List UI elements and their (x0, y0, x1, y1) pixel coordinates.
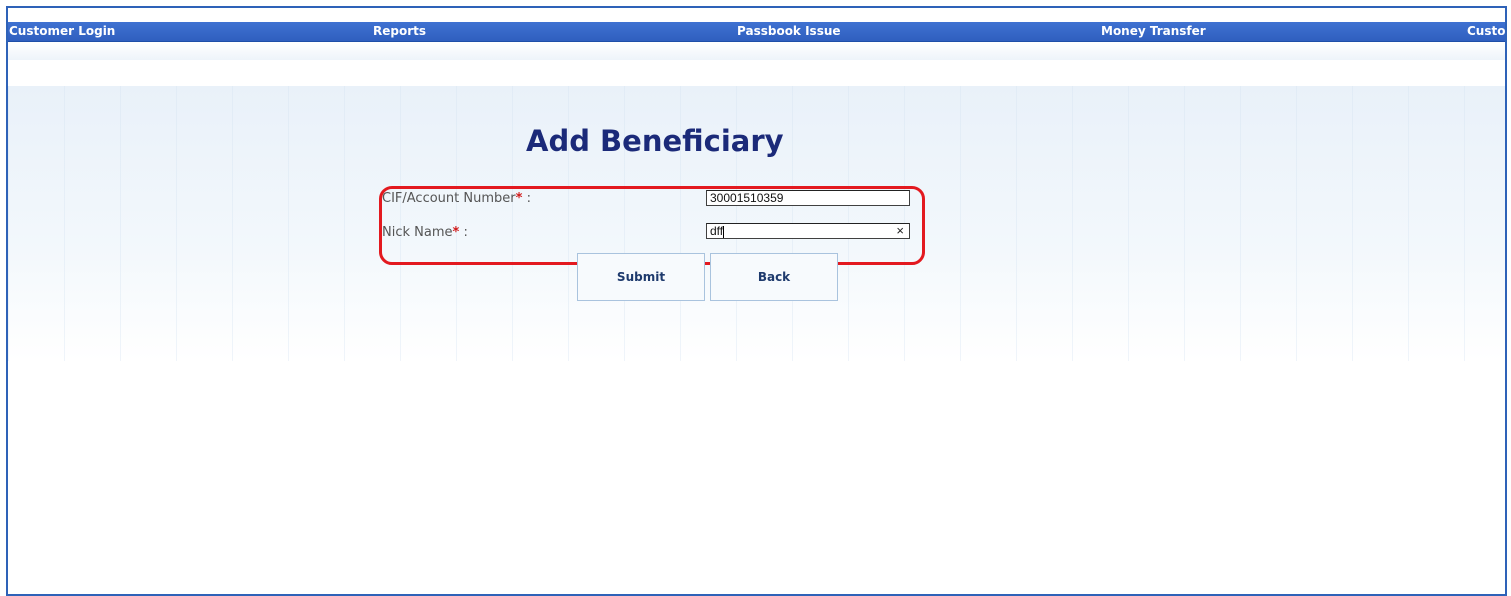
cif-label-colon: : (526, 191, 531, 206)
submit-button-label: Submit (616, 270, 666, 284)
cif-required-marker: * (515, 191, 523, 206)
cif-label-text: CIF/Account Number (382, 191, 516, 206)
nick-label-text: Nick Name (382, 225, 453, 240)
clear-input-icon[interactable]: × (896, 224, 904, 238)
sub-navigation-bar (8, 42, 1505, 60)
cif-account-number-label: CIF/Account Number* : (382, 191, 531, 206)
cif-account-number-value: 30001510359 (710, 191, 784, 205)
top-navigation-bar: Customer Login Reports Passbook Issue Mo… (8, 22, 1505, 42)
nick-name-input[interactable]: dff × (706, 223, 910, 239)
submit-button[interactable]: Submit (577, 253, 705, 301)
nav-item-reports[interactable]: Reports (373, 24, 426, 38)
nav-item-customer-login[interactable]: Customer Login (9, 24, 115, 38)
cif-account-number-input[interactable]: 30001510359 (706, 190, 910, 206)
nick-required-marker: * (452, 225, 460, 240)
nick-name-label: Nick Name* : (382, 225, 468, 240)
back-button-label: Back (757, 270, 791, 284)
back-button[interactable]: Back (710, 253, 838, 301)
nav-item-passbook-issue[interactable]: Passbook Issue (737, 24, 841, 38)
nick-label-colon: : (463, 225, 468, 240)
nick-name-value: dff (710, 224, 724, 238)
text-cursor (723, 225, 725, 238)
app-window: Customer Login Reports Passbook Issue Mo… (6, 6, 1507, 596)
page-title: Add Beneficiary (526, 124, 784, 158)
nav-item-money-transfer[interactable]: Money Transfer (1101, 24, 1206, 38)
nav-item-customer-truncated[interactable]: Custo (1467, 24, 1505, 38)
